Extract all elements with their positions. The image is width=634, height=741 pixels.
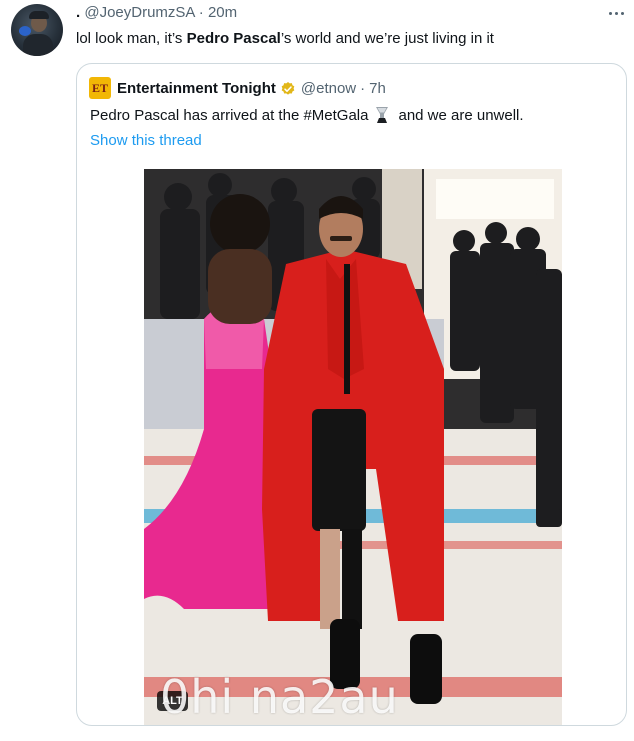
- show-thread-link[interactable]: Show this thread: [90, 132, 202, 149]
- verified-gold-badge-icon: [281, 81, 295, 95]
- quoted-handle[interactable]: @etnow: [301, 80, 356, 97]
- more-horizontal-icon[interactable]: [607, 3, 627, 23]
- watermark: 0hi na2au: [160, 670, 399, 724]
- avatar[interactable]: [11, 4, 63, 56]
- glass-trophy-emoji-icon: [376, 107, 389, 123]
- tweet[interactable]: . @JoeyDrumzSA · 20m lol look man, it’s …: [0, 0, 634, 741]
- tweet-text-part: lol look man, it’s: [76, 30, 187, 47]
- quoted-text-part: and we are unwell.: [398, 106, 524, 124]
- et-logo-avatar[interactable]: ET: [89, 77, 111, 99]
- quoted-tweet-text: Pedro Pascal has arrived at the #MetGala…: [90, 106, 524, 124]
- avatar-detail: [23, 34, 53, 56]
- quoted-text-part: Pedro Pascal has arrived at the #MetGala: [90, 106, 369, 124]
- tweet-text: lol look man, it’s Pedro Pascal’s world …: [76, 30, 494, 47]
- quoted-display-name[interactable]: Entertainment Tonight: [117, 80, 276, 97]
- quoted-tweet[interactable]: ET Entertainment Tonight @etnow · 7h Ped…: [76, 63, 627, 726]
- tweet-text-part: ’s world and we’re just living in it: [280, 30, 494, 47]
- quoted-timestamp[interactable]: 7h: [369, 80, 386, 97]
- quoted-tweet-header: Entertainment Tonight @etnow · 7h: [117, 80, 386, 97]
- red-carpet-photo-illustration: [144, 169, 562, 725]
- user-handle[interactable]: @JoeyDrumzSA: [84, 4, 194, 21]
- tweet-header: . @JoeyDrumzSA · 20m: [76, 4, 237, 21]
- avatar-detail: [29, 11, 49, 19]
- quoted-photo[interactable]: [144, 169, 562, 725]
- separator-dot: ·: [198, 4, 204, 21]
- mention-bold: Pedro Pascal: [186, 30, 281, 47]
- timestamp[interactable]: 20m: [208, 4, 237, 21]
- separator-dot: ·: [360, 80, 366, 97]
- display-name[interactable]: .: [76, 4, 80, 21]
